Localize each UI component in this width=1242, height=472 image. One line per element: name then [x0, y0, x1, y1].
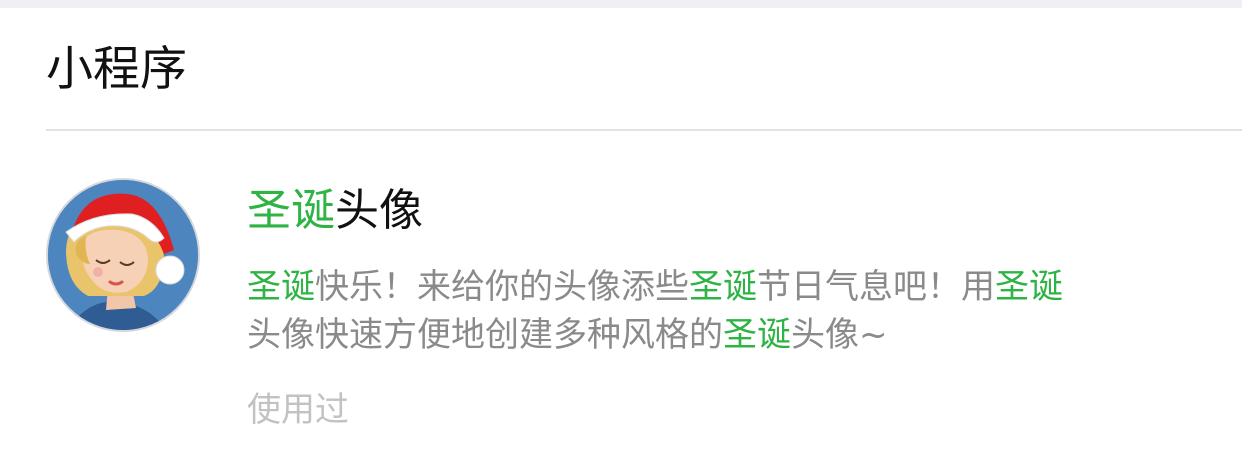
title-rest: 头像: [335, 185, 423, 236]
desc-segment: 圣诞: [247, 267, 315, 307]
top-separator-strip: [0, 0, 1242, 8]
mini-program-description: 圣诞快乐！来给你的头像添些圣诞节日气息吧！用圣诞 头像快速方便地创建多种风格的圣…: [247, 263, 1207, 359]
description-line-1: 圣诞快乐！来给你的头像添些圣诞节日气息吧！用圣诞: [247, 263, 1207, 311]
description-line-2: 头像快速方便地创建多种风格的圣诞头像~: [247, 311, 1207, 359]
desc-segment: 圣诞: [723, 315, 791, 355]
desc-segment: 圣诞: [995, 267, 1063, 307]
mini-program-result-item[interactable]: 圣诞头像 圣诞快乐！来给你的头像添些圣诞节日气息吧！用圣诞 头像快速方便地创建多…: [0, 131, 1242, 472]
desc-segment: 快乐！来给你的头像添些: [315, 267, 689, 307]
desc-segment: 节日气息吧！用: [757, 267, 995, 307]
desc-segment: 圣诞: [689, 267, 757, 307]
desc-segment: 头像~: [791, 315, 888, 355]
mini-program-avatar-icon: [46, 178, 200, 332]
title-highlight: 圣诞: [247, 185, 335, 236]
used-before-tag: 使用过: [247, 390, 349, 430]
section-title: 小程序: [46, 42, 187, 97]
desc-segment: 头像快速方便地创建多种风格的: [247, 315, 723, 355]
mini-program-title: 圣诞头像: [247, 181, 423, 241]
